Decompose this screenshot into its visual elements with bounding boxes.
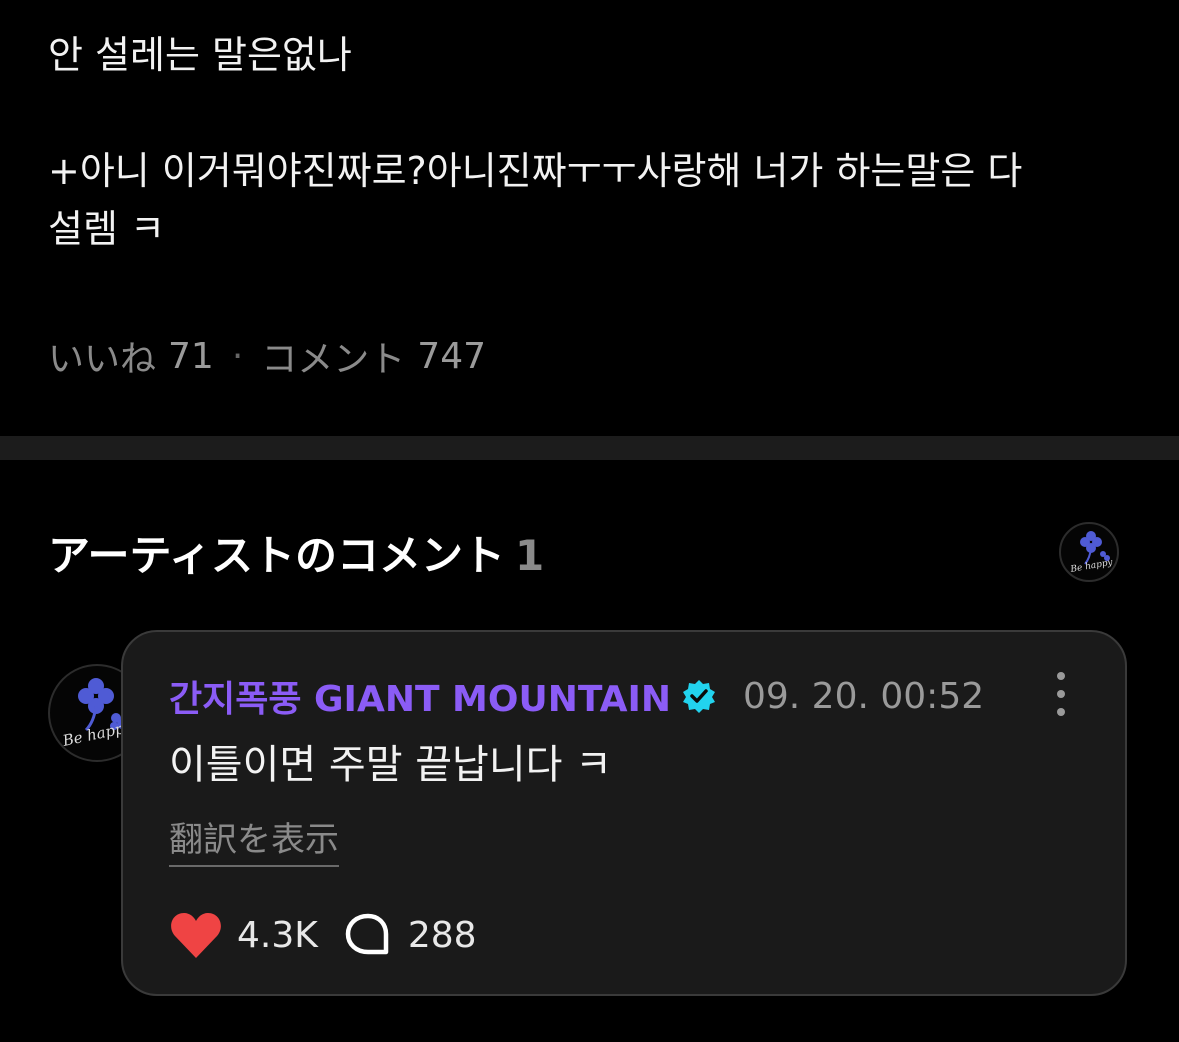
stats-separator: · <box>231 335 244 377</box>
comment-body: 이틀이면 주말 끝납니다 ㅋ <box>169 742 612 788</box>
comments-count[interactable]: 747 <box>417 336 486 377</box>
post-line-2: +아니 이거뭐야진짜로?아니진짜ㅜㅜ사랑해 너가 하는말은 다 <box>48 149 1023 193</box>
artist-avatar-small[interactable]: Be happy <box>1059 522 1119 582</box>
comments-label[interactable]: コメント <box>261 330 405 382</box>
show-translation-link[interactable]: 翻訳を表示 <box>169 812 339 867</box>
reply-count[interactable]: 288 <box>408 915 477 956</box>
comment-header: 간지폭풍 GIANT MOUNTAIN 09. 20. 00:52 <box>169 670 984 722</box>
reply-bubble-icon[interactable] <box>344 912 392 958</box>
heart-icon[interactable] <box>169 910 223 960</box>
artist-comment-card: 간지폭풍 GIANT MOUNTAIN 09. 20. 00:52 이틀이면 주… <box>121 630 1127 996</box>
likes-count[interactable]: 71 <box>168 336 214 377</box>
artist-comments-heading: アーティストのコメント 1 <box>48 522 544 583</box>
post-line-3: 설렘 ㅋ <box>48 207 165 251</box>
clover-logo: Be happy <box>1069 531 1115 576</box>
verified-badge-icon <box>682 680 715 713</box>
post-line-1: 안 설레는 말은없나 <box>48 33 352 77</box>
post-stats: いいね 71 · コメント 747 <box>48 330 486 382</box>
comment-author[interactable]: 간지폭풍 GIANT MOUNTAIN <box>169 670 671 722</box>
more-vertical-icon <box>1057 672 1065 680</box>
post-text: 안 설레는 말은없나 +아니 이거뭐야진짜로?아니진짜ㅜㅜ사랑해 너가 하는말은… <box>48 26 1138 258</box>
more-options-button[interactable] <box>1051 672 1071 716</box>
likes-label[interactable]: いいね <box>48 330 156 382</box>
comment-timestamp: 09. 20. 00:52 <box>742 675 985 717</box>
section-divider <box>0 436 1179 460</box>
artist-comments-title: アーティストのコメント <box>48 531 505 580</box>
like-count[interactable]: 4.3K <box>237 915 318 956</box>
logo-text: Be happy <box>1069 558 1115 576</box>
comment-actions: 4.3K 288 <box>169 910 477 960</box>
artist-comments-count: 1 <box>514 531 545 580</box>
